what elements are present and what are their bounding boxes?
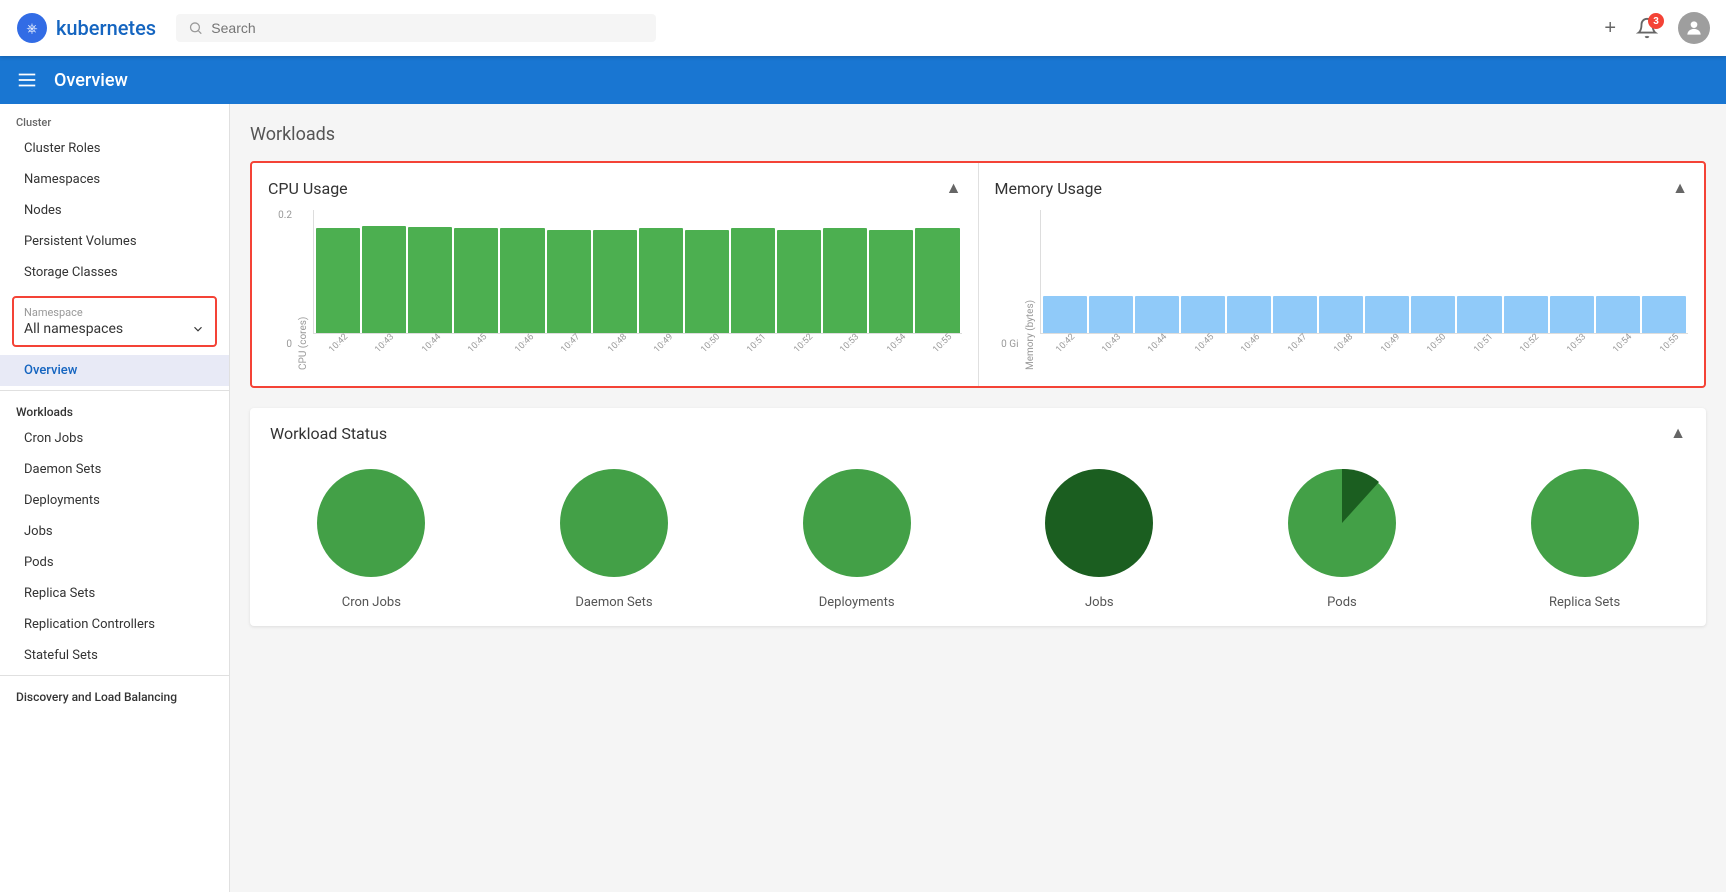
cpu-chart-collapse-button[interactable]: ▲ (946, 180, 962, 198)
main-layout: Cluster Cluster Roles Namespaces Nodes P… (0, 104, 1726, 892)
memory-chart-area: 0 Gi Memory (bytes) 10:4210:4310:4410:45… (995, 210, 1689, 370)
cpu-chart-title: CPU Usage (268, 179, 348, 198)
status-item-daemon-sets: Daemon Sets (554, 463, 674, 610)
sidebar-item-jobs[interactable]: Jobs (0, 516, 229, 547)
status-item-cron-jobs: Cron Jobs (311, 463, 431, 610)
status-panel-header: Workload Status ▲ (270, 424, 1686, 443)
memory-chart-collapse-button[interactable]: ▲ (1672, 180, 1688, 198)
search-bar[interactable] (176, 14, 656, 42)
memory-chart-title: Memory Usage (995, 179, 1103, 198)
status-item-deployments: Deployments (797, 463, 917, 610)
chevron-down-icon (191, 322, 205, 336)
status-item-pods: Pods (1282, 463, 1402, 610)
status-item-replica-sets: Replica Sets (1525, 463, 1645, 610)
pods-pie (1282, 463, 1402, 583)
memory-x-labels: 10:4210:4310:4410:4510:4610:4710:4810:49… (1040, 340, 1689, 370)
kubernetes-logo: ⎈ (16, 12, 48, 44)
memory-chart-header: Memory Usage ▲ (995, 179, 1689, 198)
sidebar-divider-2 (0, 675, 229, 676)
jobs-pie (1039, 463, 1159, 583)
workload-status-title: Workload Status (270, 424, 387, 443)
namespace-label: Namespace (24, 306, 205, 319)
sidebar-item-replication-controllers[interactable]: Replication Controllers (0, 609, 229, 640)
hamburger-button[interactable] (16, 69, 38, 91)
page-title: Workloads (250, 124, 1706, 145)
deployments-pie (797, 463, 917, 583)
pods-label: Pods (1327, 595, 1357, 610)
sidebar-divider (0, 390, 229, 391)
cpu-bars (313, 210, 962, 334)
search-input[interactable] (211, 20, 644, 36)
search-icon (188, 20, 203, 36)
memory-bars (1040, 210, 1689, 334)
replica-sets-label: Replica Sets (1549, 595, 1620, 610)
cluster-section-label: Cluster (0, 104, 229, 133)
sidebar-item-stateful-sets[interactable]: Stateful Sets (0, 640, 229, 671)
main-content: Workloads CPU Usage ▲ 0.2 0 CPU (cores) (230, 104, 1726, 892)
cpu-y-label: CPU (cores) (298, 210, 309, 370)
sidebar-item-overview[interactable]: Overview (0, 355, 229, 386)
replica-sets-pie (1525, 463, 1645, 583)
sidebar: Cluster Cluster Roles Namespaces Nodes P… (0, 104, 230, 892)
status-item-jobs: Jobs (1039, 463, 1159, 610)
cpu-chart-header: CPU Usage ▲ (268, 179, 962, 198)
charts-panel: CPU Usage ▲ 0.2 0 CPU (cores) 10:4210:43… (250, 161, 1706, 388)
memory-bars-wrapper: 10:4210:4310:4410:4510:4610:4710:4810:49… (1040, 210, 1689, 370)
sidebar-item-storage-classes[interactable]: Storage Classes (0, 257, 229, 288)
app-title: kubernetes (56, 16, 156, 40)
logo-area: ⎈ kubernetes (16, 12, 156, 44)
sidebar-item-cron-jobs[interactable]: Cron Jobs (0, 423, 229, 454)
person-icon (1684, 18, 1704, 38)
namespace-box: Namespace All namespaces (12, 296, 217, 347)
daemon-sets-pie (554, 463, 674, 583)
sub-header: Overview (0, 56, 1726, 104)
workloads-group-label: Workloads (0, 395, 229, 423)
sidebar-item-nodes[interactable]: Nodes (0, 195, 229, 226)
sidebar-item-namespaces[interactable]: Namespaces (0, 164, 229, 195)
sub-header-title: Overview (54, 70, 128, 91)
daemon-sets-label: Daemon Sets (575, 595, 652, 610)
sidebar-item-cluster-roles[interactable]: Cluster Roles (0, 133, 229, 164)
sidebar-item-pods[interactable]: Pods (0, 547, 229, 578)
cpu-chart-area: 0.2 0 CPU (cores) 10:4210:4310:4410:4510… (268, 210, 962, 370)
cpu-chart-card: CPU Usage ▲ 0.2 0 CPU (cores) 10:4210:43… (252, 163, 979, 386)
cron-jobs-pie (311, 463, 431, 583)
memory-y-label: Memory (bytes) (1025, 210, 1036, 370)
sidebar-item-persistent-volumes[interactable]: Persistent Volumes (0, 226, 229, 257)
svg-text:⎈: ⎈ (26, 21, 37, 37)
workload-status-collapse-button[interactable]: ▲ (1670, 425, 1686, 443)
workload-status-panel: Workload Status ▲ Cron Jobs Daemon Sets (250, 408, 1706, 626)
cron-jobs-label: Cron Jobs (342, 595, 401, 610)
menu-icon (16, 69, 38, 91)
nav-right: + 3 (1604, 12, 1710, 44)
deployments-label: Deployments (819, 595, 895, 610)
memory-chart-card: Memory Usage ▲ 0 Gi Memory (bytes) 10:42… (979, 163, 1705, 386)
namespace-select[interactable]: All namespaces (24, 321, 205, 337)
cpu-x-labels: 10:4210:4310:4410:4510:4610:4710:4810:49… (313, 340, 962, 370)
cpu-bars-wrapper: 10:4210:4310:4410:4510:4610:4710:4810:49… (313, 210, 962, 370)
sidebar-item-replica-sets[interactable]: Replica Sets (0, 578, 229, 609)
top-navigation: ⎈ kubernetes + 3 (0, 0, 1726, 56)
add-button[interactable]: + (1604, 17, 1616, 40)
sidebar-item-deployments[interactable]: Deployments (0, 485, 229, 516)
notification-badge: 3 (1648, 13, 1664, 29)
workload-status-items: Cron Jobs Daemon Sets Deployments (270, 463, 1686, 610)
notification-button[interactable]: 3 (1636, 17, 1658, 39)
discovery-group-label: Discovery and Load Balancing (0, 680, 229, 708)
cpu-y-axis: 0.2 0 (268, 210, 296, 350)
jobs-label: Jobs (1085, 595, 1114, 610)
sidebar-item-daemon-sets[interactable]: Daemon Sets (0, 454, 229, 485)
avatar[interactable] (1678, 12, 1710, 44)
memory-y-axis: 0 Gi (995, 210, 1023, 350)
